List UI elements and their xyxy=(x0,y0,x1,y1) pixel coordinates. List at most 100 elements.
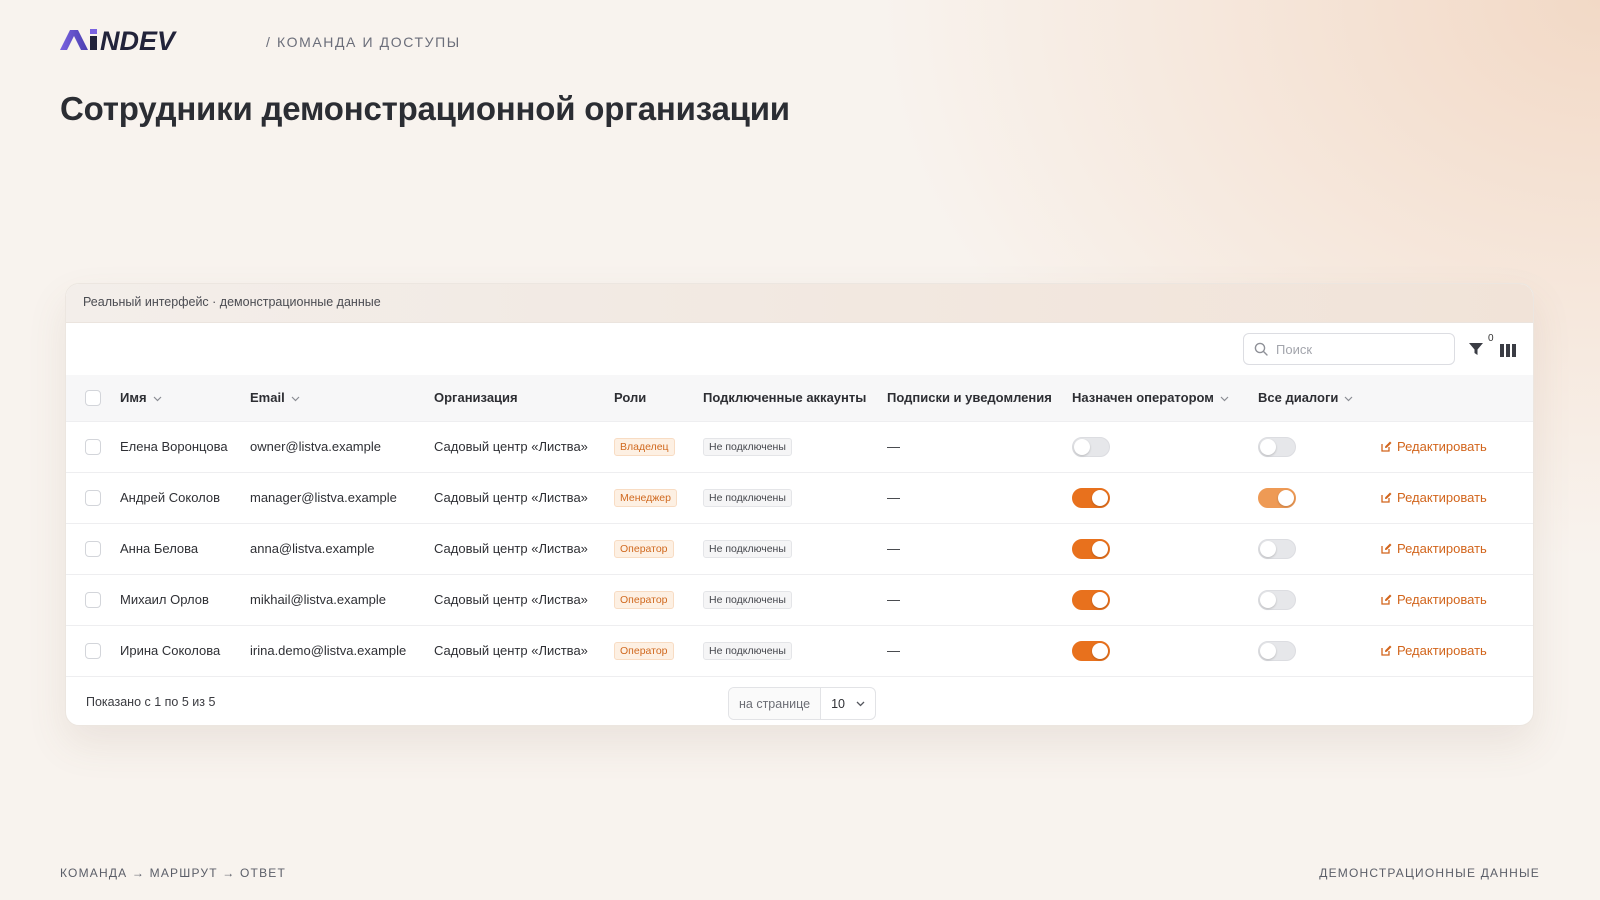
cell-org: Садовый центр «Листва» xyxy=(434,643,588,659)
page-title: Сотрудники демонстрационной организации xyxy=(60,90,790,127)
edit-label: Редактировать xyxy=(1397,540,1487,556)
edit-icon xyxy=(1381,594,1392,605)
per-page-select[interactable]: 10 xyxy=(821,688,875,719)
logo-text: NDEV xyxy=(100,28,177,52)
edit-button[interactable]: Редактировать xyxy=(1381,643,1487,658)
column-header-roles: Роли xyxy=(614,390,647,406)
card-header-label: Реальный интерфейс · демонстрационные да… xyxy=(66,284,1533,323)
accounts-badge: Не подключены xyxy=(703,488,792,507)
cell-org: Садовый центр «Листва» xyxy=(434,439,588,454)
chevron-down-icon xyxy=(291,396,300,402)
row-checkbox[interactable] xyxy=(85,438,101,455)
table-row: Михаил Орлов mikhail@listva.example Садовы… xyxy=(66,574,1533,625)
cell-email: mikhail@listva.example xyxy=(250,592,387,607)
edit-button[interactable]: Редактировать xyxy=(1381,490,1487,505)
per-page-value: 10 xyxy=(831,696,845,711)
toggle-knob xyxy=(1260,591,1276,608)
cell-name: Михаил Орлов xyxy=(120,592,209,607)
cell-org: Садовый центр «Листва» xyxy=(434,592,588,607)
cell-name: Ирина Соколова xyxy=(120,643,221,659)
column-header-subs: Подписки и уведомления xyxy=(887,390,1052,406)
cell-org: Садовый центр «Листва» xyxy=(434,541,588,556)
all-dialogs-toggle[interactable] xyxy=(1258,589,1296,610)
brand-header: NDEV / КОМАНДА И ДОСТУПЫ xyxy=(60,28,461,52)
employees-card: Реальный интерфейс · демонстрационные да… xyxy=(65,283,1534,726)
edit-icon xyxy=(1381,543,1392,554)
column-header-name[interactable]: Имя xyxy=(120,375,250,421)
row-checkbox[interactable] xyxy=(85,591,101,608)
role-badge: Оператор xyxy=(614,590,674,609)
edit-button[interactable]: Редактировать xyxy=(1381,439,1487,454)
accounts-badge: Не подключены xyxy=(703,590,792,609)
edit-icon xyxy=(1381,492,1392,503)
table-toolbar: 0 xyxy=(66,323,1533,375)
table-footer: Показано с 1 по 5 из 5 на странице 10 xyxy=(66,676,1533,725)
table-header-row: Имя Email Организация Роли Подключенные … xyxy=(66,375,1533,421)
column-header-email[interactable]: Email xyxy=(250,375,434,421)
filter-icon xyxy=(1469,343,1483,355)
select-all-checkbox[interactable] xyxy=(85,390,101,407)
chevron-down-icon xyxy=(1344,396,1353,402)
edit-label: Редактировать xyxy=(1397,489,1487,505)
cell-subs: — xyxy=(887,490,900,505)
cell-subs: — xyxy=(887,592,900,607)
table-row: Андрей Соколов manager@listva.example Садо… xyxy=(66,472,1533,523)
cell-org: Садовый центр «Листва» xyxy=(434,490,588,505)
per-page-control: на странице 10 xyxy=(728,687,877,720)
accounts-badge: Не подключены xyxy=(703,539,792,558)
breadcrumb: / КОМАНДА И ДОСТУПЫ xyxy=(266,34,461,50)
column-header-accounts: Подключенные аккаунты xyxy=(703,390,867,406)
operator-toggle[interactable] xyxy=(1072,487,1110,508)
edit-button[interactable]: Редактировать xyxy=(1381,541,1487,556)
edit-icon xyxy=(1381,441,1392,452)
cell-subs: — xyxy=(887,541,900,556)
search-box[interactable] xyxy=(1243,333,1455,365)
filter-button[interactable] xyxy=(1466,339,1486,359)
pagination-summary: Показано с 1 по 5 из 5 xyxy=(86,695,216,709)
toggle-knob xyxy=(1260,540,1276,557)
role-badge: Менеджер xyxy=(614,488,677,507)
toggle-knob xyxy=(1092,489,1108,506)
cell-name: Анна Белова xyxy=(120,541,199,556)
column-header-all-dialogs[interactable]: Все диалоги xyxy=(1258,375,1381,421)
all-dialogs-toggle[interactable] xyxy=(1258,640,1296,661)
table-row: Елена Воронцова owner@listva.example Садов… xyxy=(66,421,1533,472)
aindev-logo: NDEV xyxy=(60,28,238,52)
cell-name: Елена Воронцова xyxy=(120,439,228,454)
columns-button[interactable] xyxy=(1498,340,1518,360)
operator-toggle[interactable] xyxy=(1072,589,1110,610)
row-checkbox[interactable] xyxy=(85,643,101,660)
role-badge: Оператор xyxy=(614,641,674,660)
column-header-org: Организация xyxy=(434,390,518,406)
all-dialogs-toggle[interactable] xyxy=(1258,487,1296,508)
cell-email: owner@listva.example xyxy=(250,439,381,454)
role-badge: Владелец xyxy=(614,437,675,456)
search-input[interactable] xyxy=(1276,341,1436,357)
operator-toggle[interactable] xyxy=(1072,436,1110,457)
table-row: Анна Белова anna@listva.example Садовый це… xyxy=(66,523,1533,574)
operator-toggle[interactable] xyxy=(1072,538,1110,559)
chevron-down-icon xyxy=(153,396,161,402)
toggle-knob xyxy=(1278,489,1294,506)
row-checkbox[interactable] xyxy=(85,540,101,557)
chevron-down-icon xyxy=(856,701,865,706)
toggle-knob xyxy=(1260,642,1276,659)
cell-subs: — xyxy=(887,439,900,454)
accounts-badge: Не подключены xyxy=(703,641,792,660)
column-header-operator[interactable]: Назначен оператором xyxy=(1072,375,1258,421)
filter-count-badge: 0 xyxy=(1488,333,1494,344)
operator-toggle[interactable] xyxy=(1072,640,1110,661)
row-checkbox[interactable] xyxy=(85,489,101,506)
edit-icon xyxy=(1381,645,1392,656)
toggle-knob xyxy=(1092,591,1108,608)
role-badge: Оператор xyxy=(614,539,674,558)
cell-name: Андрей Соколов xyxy=(120,490,221,505)
edit-button[interactable]: Редактировать xyxy=(1381,592,1487,607)
per-page-label: на странице xyxy=(729,688,822,719)
accounts-badge: Не подключены xyxy=(703,437,792,456)
toggle-knob xyxy=(1092,642,1108,659)
all-dialogs-toggle[interactable] xyxy=(1258,436,1296,457)
all-dialogs-toggle[interactable] xyxy=(1258,538,1296,559)
edit-label: Редактировать xyxy=(1397,642,1487,658)
logo-icon: NDEV xyxy=(60,28,177,52)
